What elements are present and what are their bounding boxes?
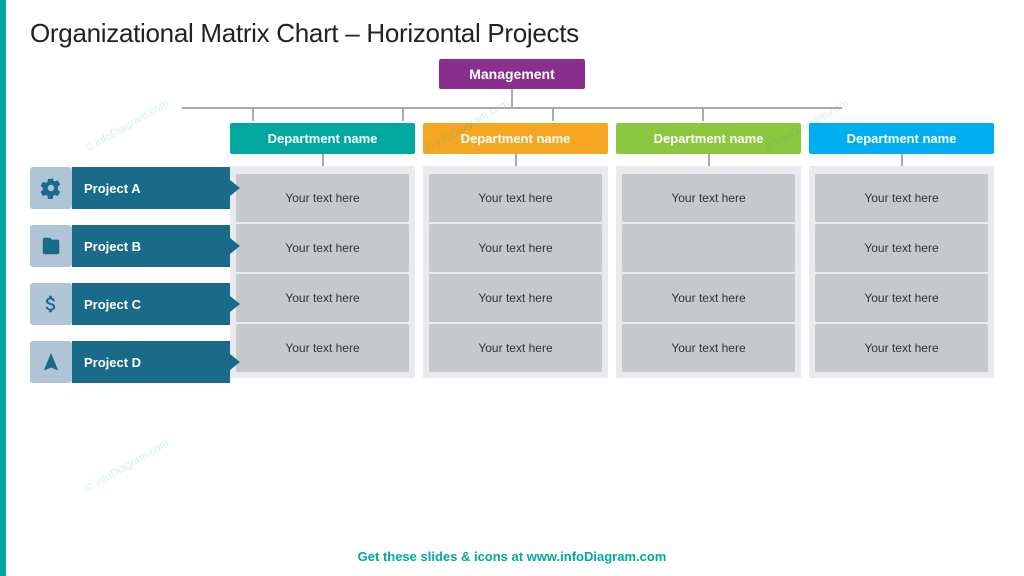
chart-area: Management Project A (30, 59, 994, 391)
dept2-cell-3: Your text here (429, 274, 602, 322)
project-column: Project A Project B Project C (30, 161, 230, 391)
project-d-icon (30, 341, 72, 383)
dept1-drop (252, 107, 254, 121)
dept4-cell-3: Your text here (815, 274, 988, 322)
dept3-cell-1: Your text here (622, 174, 795, 222)
management-connector (511, 89, 513, 107)
dept2-body: Your text here Your text here Your text … (423, 166, 608, 378)
project-a-label: Project A (72, 167, 230, 209)
dept3-cell-2-highlighted (622, 224, 795, 272)
project-b-label: Project B (72, 225, 230, 267)
dept3-body: Your text here Your text here Your text … (616, 166, 801, 378)
dept4-cell-1: Your text here (815, 174, 988, 222)
dept1-cell-1: Your text here (236, 174, 409, 222)
project-row-c: Project C (30, 277, 230, 331)
page: © infoDiagram.com © infoDiagram.com © in… (0, 0, 1024, 576)
dept-column-1: Department name Your text here Your text… (230, 123, 415, 378)
project-a-icon (30, 167, 72, 209)
dept4-body: Your text here Your text here Your text … (809, 166, 994, 378)
dept4-drop (702, 107, 704, 121)
dept1-vconnect (322, 154, 324, 166)
watermark-4: © infoDiagram.com (83, 437, 171, 495)
dept2-cell-1: Your text here (429, 174, 602, 222)
project-d-label: Project D (72, 341, 230, 383)
dept1-cell-4: Your text here (236, 324, 409, 372)
dept1-header: Department name (230, 123, 415, 154)
dept3-cell-4: Your text here (622, 324, 795, 372)
project-b-icon (30, 225, 72, 267)
dept4-vconnect (901, 154, 903, 166)
management-box: Management (439, 59, 585, 89)
project-row-a: Project A (30, 161, 230, 215)
dept-column-2: Department name Your text here Your text… (423, 123, 608, 378)
dept-columns: Department name Your text here Your text… (230, 123, 994, 378)
dept2-header: Department name (423, 123, 608, 154)
dept3-header: Department name (616, 123, 801, 154)
dept4-cell-4: Your text here (815, 324, 988, 372)
footer-text-after: .com (636, 549, 666, 564)
dept-column-4: Department name Your text here Your text… (809, 123, 994, 378)
main-content: Project A Project B Project C (30, 123, 994, 391)
dept2-cell-2: Your text here (429, 224, 602, 272)
project-c-icon (30, 283, 72, 325)
dept3-drop (552, 107, 554, 121)
project-row-b: Project B (30, 219, 230, 273)
project-row-d: Project D (30, 335, 230, 389)
dept2-vconnect (515, 154, 517, 166)
footer-brand: infoDiagram (560, 549, 636, 564)
dept4-cell-2: Your text here (815, 224, 988, 272)
dept2-drop (402, 107, 404, 121)
dept1-body: Your text here Your text here Your text … (230, 166, 415, 378)
dept3-cell-3: Your text here (622, 274, 795, 322)
dept3-vconnect (708, 154, 710, 166)
dept1-cell-2: Your text here (236, 224, 409, 272)
dept-column-3: Department name Your text here Your text… (616, 123, 801, 378)
footer: Get these slides & icons at www.infoDiag… (0, 549, 1024, 564)
footer-text-before: Get these slides & icons at www. (358, 549, 561, 564)
dept2-cell-4: Your text here (429, 324, 602, 372)
dept1-cell-3: Your text here (236, 274, 409, 322)
page-title: Organizational Matrix Chart – Horizontal… (30, 18, 994, 49)
project-c-label: Project C (72, 283, 230, 325)
horizontal-connector (182, 107, 842, 109)
dept4-header: Department name (809, 123, 994, 154)
